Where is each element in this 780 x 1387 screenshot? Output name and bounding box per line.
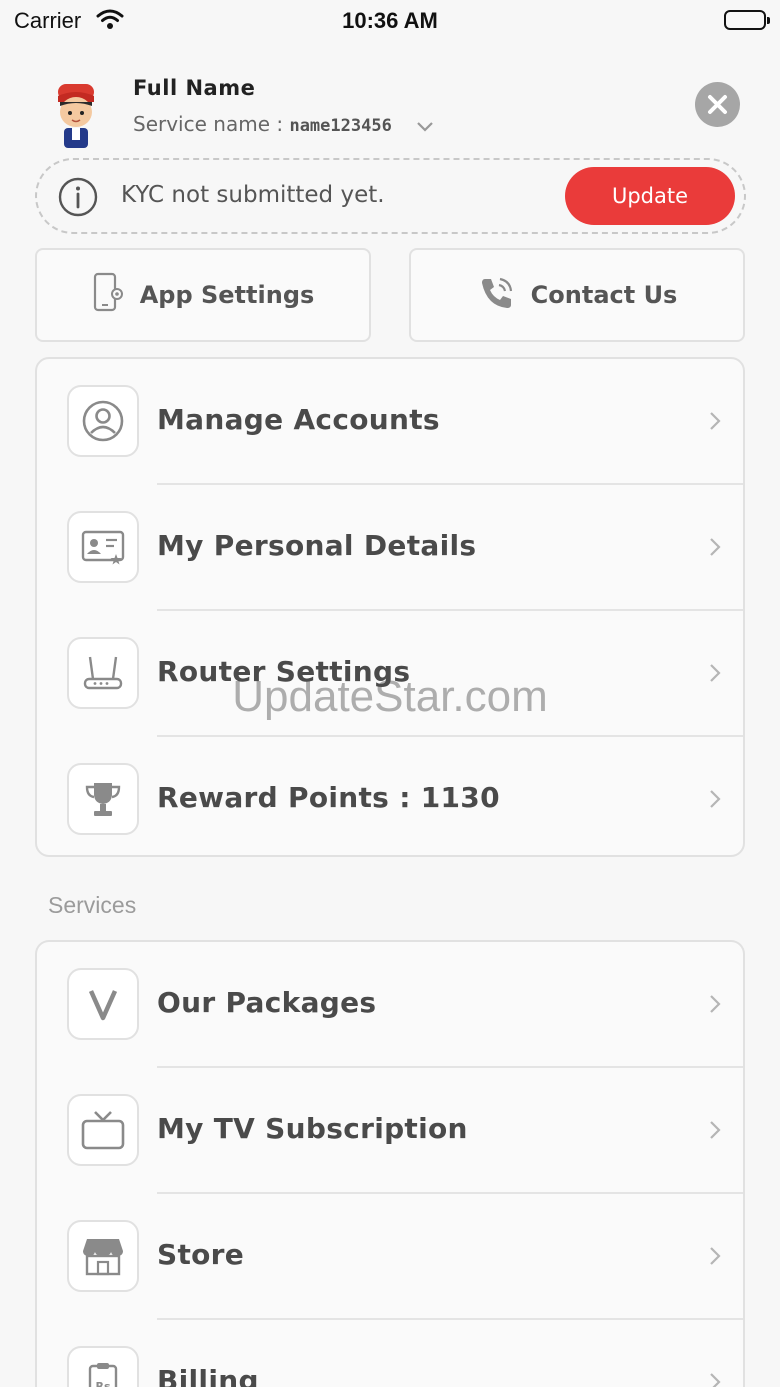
menu-label: Router Settings bbox=[157, 655, 411, 688]
menu-item-billing[interactable]: Rs Billing bbox=[37, 1320, 743, 1387]
menu-label: Reward Points : 1130 bbox=[157, 781, 500, 814]
store-icon bbox=[67, 1220, 139, 1292]
tv-icon bbox=[67, 1094, 139, 1166]
trophy-icon bbox=[67, 763, 139, 835]
chevron-right-icon bbox=[709, 994, 721, 1018]
menu-item-tv-subscription[interactable]: My TV Subscription bbox=[37, 1068, 743, 1194]
kyc-update-button[interactable]: Update bbox=[565, 167, 735, 225]
kyc-message: KYC not submitted yet. bbox=[121, 182, 385, 208]
menu-label: My TV Subscription bbox=[157, 1112, 468, 1145]
service-selector[interactable]: Service name : name123456 bbox=[133, 112, 434, 138]
chevron-right-icon bbox=[709, 1120, 721, 1144]
account-menu-card: Manage Accounts My Personal Details Rout… bbox=[35, 357, 745, 857]
menu-item-store[interactable]: Store bbox=[37, 1194, 743, 1320]
menu-label: Store bbox=[157, 1238, 245, 1271]
chevron-right-icon bbox=[709, 789, 721, 813]
chevron-right-icon bbox=[709, 1372, 721, 1387]
menu-item-reward-points[interactable]: Reward Points : 1130 bbox=[37, 737, 743, 855]
chevron-right-icon bbox=[709, 663, 721, 687]
billing-icon: Rs bbox=[67, 1346, 139, 1387]
close-button[interactable] bbox=[695, 82, 740, 127]
svg-text:Rs: Rs bbox=[95, 1380, 110, 1387]
services-section-label: Services bbox=[48, 892, 137, 918]
contact-us-label: Contact Us bbox=[530, 281, 678, 309]
close-icon bbox=[708, 95, 727, 114]
packages-icon bbox=[67, 968, 139, 1040]
chevron-right-icon bbox=[709, 537, 721, 561]
menu-item-router-settings[interactable]: Router Settings bbox=[37, 611, 743, 737]
services-menu-card: Our Packages My TV Subscription Store Rs… bbox=[35, 940, 745, 1387]
menu-item-our-packages[interactable]: Our Packages bbox=[37, 942, 743, 1068]
battery-icon bbox=[724, 10, 770, 30]
service-value: name123456 bbox=[289, 116, 392, 136]
id-card-icon bbox=[67, 511, 139, 583]
chevron-right-icon bbox=[709, 411, 721, 435]
profile-header: Full Name Service name : name123456 bbox=[0, 70, 780, 150]
chevron-right-icon bbox=[709, 1246, 721, 1270]
phone-call-icon bbox=[477, 273, 517, 317]
phone-settings-icon bbox=[92, 272, 126, 318]
app-settings-label: App Settings bbox=[139, 281, 315, 309]
service-label: Service name : bbox=[133, 112, 290, 136]
menu-item-personal-details[interactable]: My Personal Details bbox=[37, 485, 743, 611]
menu-label: Billing bbox=[157, 1364, 259, 1387]
menu-label: Manage Accounts bbox=[157, 403, 440, 436]
clock: 10:36 AM bbox=[342, 8, 438, 33]
info-icon bbox=[57, 176, 99, 218]
menu-item-manage-accounts[interactable]: Manage Accounts bbox=[37, 359, 743, 485]
router-icon bbox=[67, 637, 139, 709]
menu-label: My Personal Details bbox=[157, 529, 477, 562]
contact-us-button[interactable]: Contact Us bbox=[409, 248, 745, 342]
profile-full-name: Full Name bbox=[133, 76, 256, 100]
app-settings-button[interactable]: App Settings bbox=[35, 248, 371, 342]
menu-label: Our Packages bbox=[157, 986, 377, 1019]
avatar bbox=[48, 76, 104, 148]
status-bar: Carrier 10:36 AM bbox=[0, 0, 780, 42]
user-circle-icon bbox=[67, 385, 139, 457]
kyc-banner: KYC not submitted yet. Update bbox=[35, 158, 746, 234]
chevron-down-icon[interactable] bbox=[416, 114, 434, 138]
